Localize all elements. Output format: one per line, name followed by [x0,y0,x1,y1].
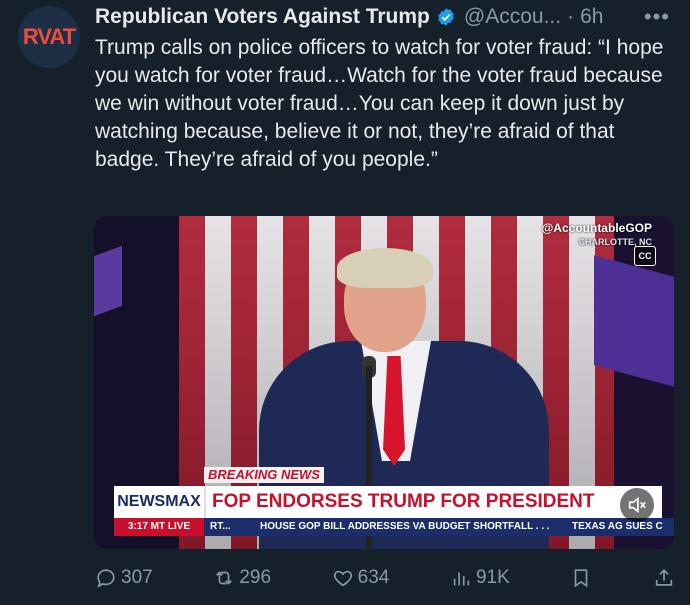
avatar[interactable]: RVAT [18,6,80,68]
avatar-text: RVAT [22,24,76,49]
speaker-hair [337,248,433,288]
like-button[interactable]: 634 [332,567,390,589]
ticker-time: 3:17 MT LIVE [114,518,204,536]
network-logo: NEWSMAX [114,486,206,518]
stage-light-right [594,255,674,387]
author-handle[interactable]: @Accou... [464,5,561,29]
video-watermark: @AccountableGOP CHARLOTTE, NC [542,221,652,249]
bookmark-icon [575,569,588,588]
tweet-time[interactable]: 6h [580,5,603,29]
speaker-muted-icon [628,496,646,514]
watermark-handle: @AccountableGOP [541,221,652,235]
bookmark-button[interactable] [570,567,592,589]
video-player[interactable]: @AccountableGOP CHARLOTTE, NC CC BREAKIN… [94,216,674,549]
stage-light-left [94,245,122,317]
mute-button[interactable] [620,488,654,522]
closed-captions-icon[interactable]: CC [634,246,656,266]
verified-badge-icon [438,8,454,26]
views-count: 91K [475,567,510,588]
heart-icon [333,570,352,587]
reply-count: 307 [121,567,153,588]
ticker-item: RT... [210,521,231,532]
views-chart-icon [453,572,470,586]
ticker-item: TEXAS AG SUES C [572,521,663,532]
repost-icon [216,571,233,585]
lower-third: NEWSMAX FOP ENDORSES TRUMP FOR PRESIDENT [114,486,662,518]
news-ticker: 3:17 MT LIVE RT... HOUSE GOP BILL ADDRES… [114,518,674,536]
tweet-text: Trump calls on police officers to watch … [95,36,664,171]
reply-icon [97,569,115,589]
tweet-header: Republican Voters Against Trump @Accou..… [95,4,680,30]
breaking-news-label: BREAKING NEWS [204,467,324,483]
repost-button[interactable]: 296 [213,567,271,589]
action-bar: 307 296 634 91K [95,562,675,594]
news-headline: FOP ENDORSES TRUMP FOR PRESIDENT [206,486,662,518]
reply-button[interactable]: 307 [95,567,153,589]
separator-dot: · [567,5,575,28]
share-button[interactable] [653,567,675,589]
like-count: 634 [357,567,390,588]
ticker-item: HOUSE GOP BILL ADDRESSES VA BUDGET SHORT… [260,521,550,532]
views-button[interactable]: 91K [450,567,510,589]
share-icon [655,569,673,586]
more-options-icon[interactable]: ••• [644,4,670,30]
repost-count: 296 [239,567,272,588]
author-name[interactable]: Republican Voters Against Trump [95,5,430,29]
